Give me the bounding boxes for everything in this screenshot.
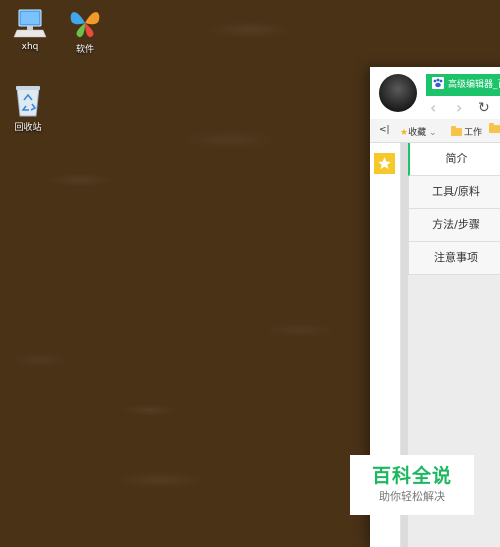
star-icon: [378, 157, 391, 170]
bookmarks-collapse-button[interactable]: <|: [379, 125, 390, 135]
bookmarks-favorites[interactable]: ★收藏 ⌄: [400, 125, 437, 138]
recycle-bin-icon: [16, 86, 40, 117]
watermark-subtitle: 助你轻松解决: [379, 490, 445, 503]
bookmark-folder-2[interactable]: [489, 123, 500, 135]
folder-label: 工作: [464, 128, 483, 138]
desktop-icon-recycle-bin[interactable]: 回收站: [0, 84, 56, 133]
paw-icon: [432, 77, 444, 89]
favorites-label: 收藏: [408, 128, 427, 138]
sidebar-item-tools[interactable]: 工具/原料: [408, 176, 500, 209]
sidebar-item-steps[interactable]: 方法/步骤: [408, 209, 500, 242]
watermark-title: 百科全说: [371, 465, 452, 487]
browser-titlebar: 高级编辑器_百 ‹ › ↻: [370, 67, 500, 119]
forward-icon[interactable]: ›: [456, 100, 462, 116]
desktop-icon-xhq[interactable]: xhq: [2, 8, 58, 52]
bookmark-folder-work[interactable]: 工作: [451, 125, 482, 138]
tab-title: 高级编辑器_百: [448, 80, 500, 90]
user-avatar[interactable]: [379, 74, 417, 112]
chevron-down-icon: ⌄: [426, 128, 437, 138]
favorite-star-button[interactable]: [374, 153, 395, 174]
desktop-icon-software[interactable]: 软件: [57, 6, 113, 55]
folder-icon: [489, 123, 500, 133]
desktop-icon-label: 回收站: [14, 123, 42, 133]
desktop-icon-label: 软件: [75, 45, 94, 55]
refresh-icon[interactable]: ↻: [478, 100, 490, 116]
browser-tab[interactable]: 高级编辑器_百: [426, 74, 500, 96]
back-icon[interactable]: ‹: [430, 100, 436, 116]
folder-icon: [451, 126, 462, 136]
computer-icon: [13, 9, 47, 38]
article-sidebar-menu: 简介 工具/原料 方法/步骤 注意事项: [408, 143, 500, 275]
bookmarks-bar: <| ★收藏 ⌄ 工作: [370, 120, 500, 143]
watermark-logo: 百科全说 助你轻松解决: [350, 455, 474, 515]
star-icon: ★: [400, 128, 409, 138]
sidebar-item-notes[interactable]: 注意事项: [408, 242, 500, 275]
desktop-icon-label: xhq: [21, 42, 39, 52]
sidebar-item-intro[interactable]: 简介: [408, 143, 500, 176]
butterfly-icon: [70, 12, 100, 38]
